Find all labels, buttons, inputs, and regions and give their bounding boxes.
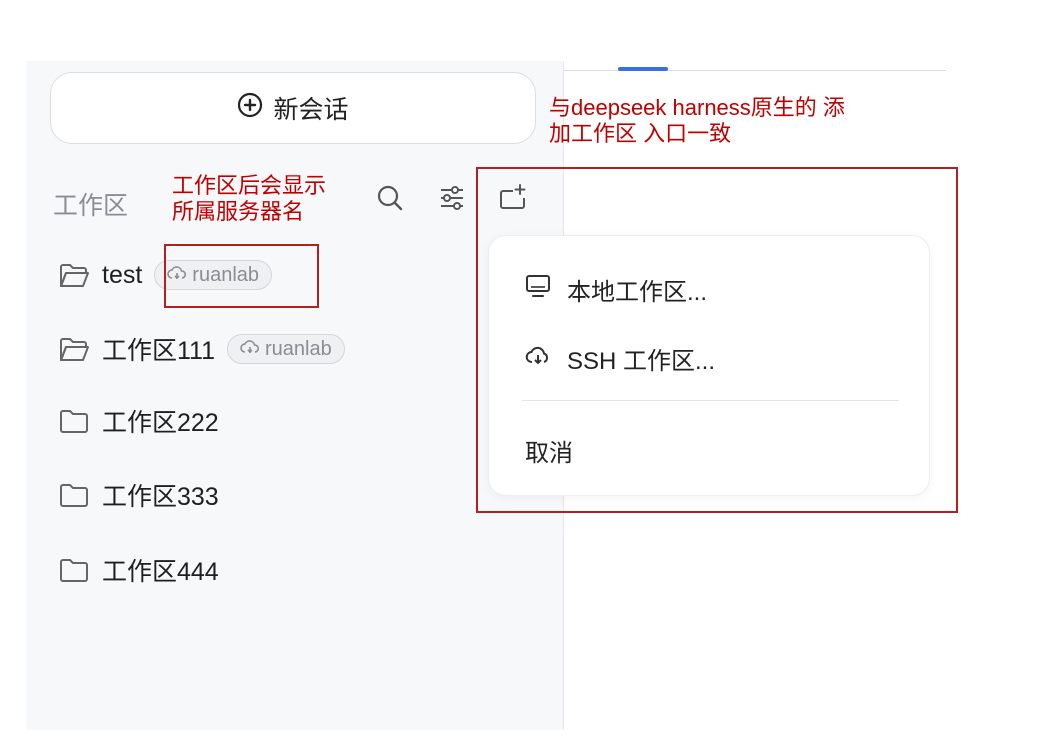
annotation-line: 所属服务器名	[172, 199, 305, 224]
workspace-item[interactable]: 工作区111 ruanlab	[58, 329, 345, 369]
folder-icon	[58, 481, 90, 509]
folder-open-icon	[58, 335, 90, 363]
server-badge: ruanlab	[227, 334, 345, 364]
workspace-name: 工作区444	[102, 558, 219, 586]
workspace-item[interactable]: 工作区444	[58, 550, 219, 590]
new-chat-button[interactable]: 新会话	[50, 72, 536, 144]
workspace-name: 工作区222	[102, 409, 219, 437]
workspace-name: 工作区333	[102, 483, 219, 511]
workspace-section-title: 工作区	[53, 192, 129, 220]
folder-icon	[58, 407, 90, 435]
search-button[interactable]	[372, 182, 408, 218]
new-chat-label: 新会话	[273, 96, 349, 124]
annotation-box-add-menu	[476, 167, 958, 513]
folder-icon	[58, 556, 90, 584]
annotation-entry-note: 与deepseek harness原生的 添 加工作区 入口一致	[549, 95, 845, 147]
sliders-icon	[437, 183, 467, 218]
annotation-line: 加工作区 入口一致	[549, 121, 732, 146]
workspace-item[interactable]: 工作区333	[58, 475, 219, 515]
annotation-server-note: 工作区后会显示 所属服务器名	[172, 173, 326, 225]
workspace-item[interactable]: 工作区222	[58, 401, 219, 441]
active-tab-indicator	[618, 67, 668, 71]
annotation-box-server-badge	[164, 244, 319, 308]
workspace-name: 工作区111	[102, 337, 216, 365]
annotation-line: 工作区后会显示	[172, 173, 327, 198]
plus-circle-icon	[237, 92, 263, 125]
server-name: ruanlab	[265, 337, 332, 360]
workspace-name: test	[102, 260, 143, 289]
annotation-line: 与deepseek harness原生的 添	[549, 95, 845, 120]
folder-open-icon	[58, 261, 90, 289]
filter-settings-button[interactable]	[434, 182, 470, 218]
search-icon	[375, 183, 405, 218]
cloud-icon	[240, 338, 260, 361]
